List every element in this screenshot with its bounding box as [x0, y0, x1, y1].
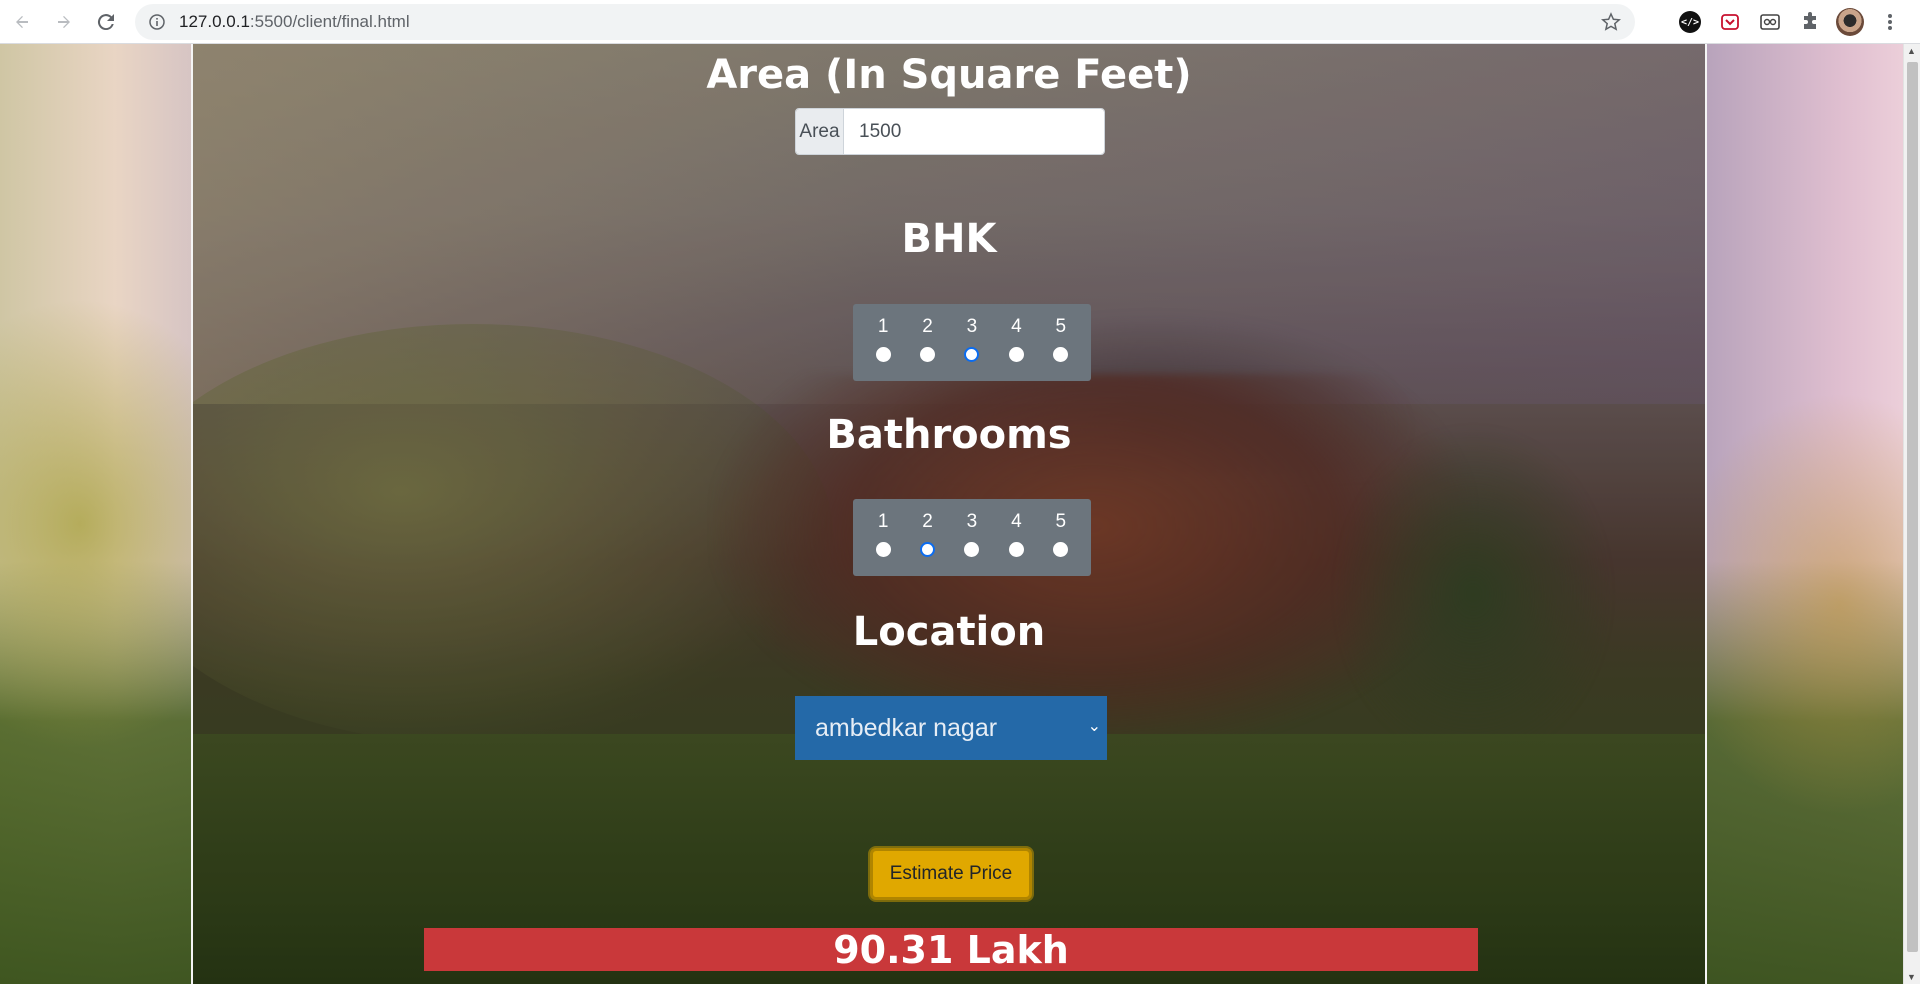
extensions-area: </>: [1674, 6, 1906, 38]
reload-icon: [97, 13, 114, 30]
estimated-price-result: 90.31 Lakh: [424, 928, 1478, 972]
bhk-option[interactable]: 1: [863, 304, 903, 381]
bathrooms-option-label: 3: [966, 511, 978, 532]
form-panel: Area (In Square Feet) Area BHK 1 2 3 4 5…: [191, 44, 1707, 984]
bhk-radio-selected[interactable]: [964, 347, 980, 362]
bhk-radio[interactable]: [1053, 347, 1069, 362]
bathrooms-option-label: 4: [1011, 511, 1022, 532]
bhk-radio[interactable]: [875, 347, 891, 362]
bathrooms-option[interactable]: 1: [863, 499, 903, 576]
reload-button[interactable]: [86, 2, 126, 42]
menu-kebab-icon[interactable]: [1874, 6, 1906, 38]
code-extension-icon[interactable]: </>: [1674, 6, 1706, 38]
page-scrollbar[interactable]: ▲ ▼: [1903, 44, 1920, 984]
info-icon[interactable]: [135, 14, 179, 30]
scrollbar-thumb[interactable]: [1907, 62, 1918, 952]
profile-avatar[interactable]: [1834, 6, 1866, 38]
bathrooms-switch: 1 2 3 4 5: [853, 499, 1091, 576]
bathrooms-option[interactable]: 4: [996, 499, 1036, 576]
bhk-switch: 1 2 3 4 5: [853, 304, 1091, 381]
bathrooms-radio[interactable]: [1053, 542, 1069, 557]
scroll-up-arrow-icon[interactable]: ▲: [1907, 46, 1916, 56]
bathrooms-option[interactable]: 2: [908, 499, 948, 576]
bhk-option-label: 2: [922, 316, 933, 337]
back-arrow-icon: [16, 15, 28, 28]
bhk-option-label: 5: [1055, 316, 1067, 337]
url-text: 127.0.0.1:5500/client/final.html: [179, 12, 410, 32]
page-viewport: Area (In Square Feet) Area BHK 1 2 3 4 5…: [0, 44, 1920, 984]
forward-arrow-icon: [58, 15, 70, 28]
bookmark-star-icon[interactable]: [1600, 12, 1622, 37]
bhk-radio[interactable]: [920, 347, 936, 362]
estimate-price-button[interactable]: Estimate Price: [870, 848, 1032, 900]
bathrooms-option-label: 5: [1055, 511, 1067, 532]
address-bar[interactable]: 127.0.0.1:5500/client/final.html: [135, 4, 1635, 40]
location-select-value: ambedkar nagar: [815, 713, 998, 742]
reader-extension-icon[interactable]: [1754, 6, 1786, 38]
area-heading: Area (In Square Feet): [706, 52, 1192, 98]
bhk-option[interactable]: 5: [1041, 304, 1081, 381]
bathrooms-option-label: 2: [922, 511, 933, 532]
scroll-down-arrow-icon[interactable]: ▼: [1907, 972, 1916, 982]
chevron-down-icon: ⌄: [1087, 718, 1101, 735]
bhk-option-label: 1: [877, 316, 889, 337]
area-input-prefix: Area: [796, 109, 844, 154]
bathrooms-heading: Bathrooms: [826, 412, 1072, 458]
pocket-extension-icon[interactable]: [1714, 6, 1746, 38]
bhk-option-label: 4: [1011, 316, 1022, 337]
bathrooms-option-label: 1: [877, 511, 889, 532]
bathrooms-radio[interactable]: [875, 542, 891, 557]
url-host: 127.0.0.1: [179, 12, 250, 31]
form-content: Area (In Square Feet) Area BHK 1 2 3 4 5…: [193, 44, 1705, 984]
extensions-puzzle-icon[interactable]: [1794, 6, 1826, 38]
area-input-group: Area: [795, 108, 1105, 155]
bhk-option[interactable]: 2: [908, 304, 948, 381]
bathrooms-radio-selected[interactable]: [920, 542, 936, 557]
back-button[interactable]: [2, 2, 42, 42]
bathrooms-radio[interactable]: [964, 542, 980, 557]
bhk-option[interactable]: 3: [952, 304, 992, 381]
location-select[interactable]: ambedkar nagar ⌄: [795, 696, 1107, 760]
bathrooms-radio[interactable]: [1008, 542, 1024, 557]
bathrooms-option[interactable]: 3: [952, 499, 992, 576]
bhk-radio[interactable]: [1008, 347, 1024, 362]
bhk-heading: BHK: [901, 216, 997, 262]
area-input[interactable]: [844, 109, 1104, 154]
url-path: :5500/client/final.html: [249, 12, 410, 31]
browser-toolbar: 127.0.0.1:5500/client/final.html </>: [0, 0, 1920, 44]
location-heading: Location: [852, 609, 1046, 655]
bhk-option-label: 3: [966, 316, 978, 337]
forward-button[interactable]: [44, 2, 84, 42]
bhk-option[interactable]: 4: [996, 304, 1036, 381]
bathrooms-option[interactable]: 5: [1041, 499, 1081, 576]
